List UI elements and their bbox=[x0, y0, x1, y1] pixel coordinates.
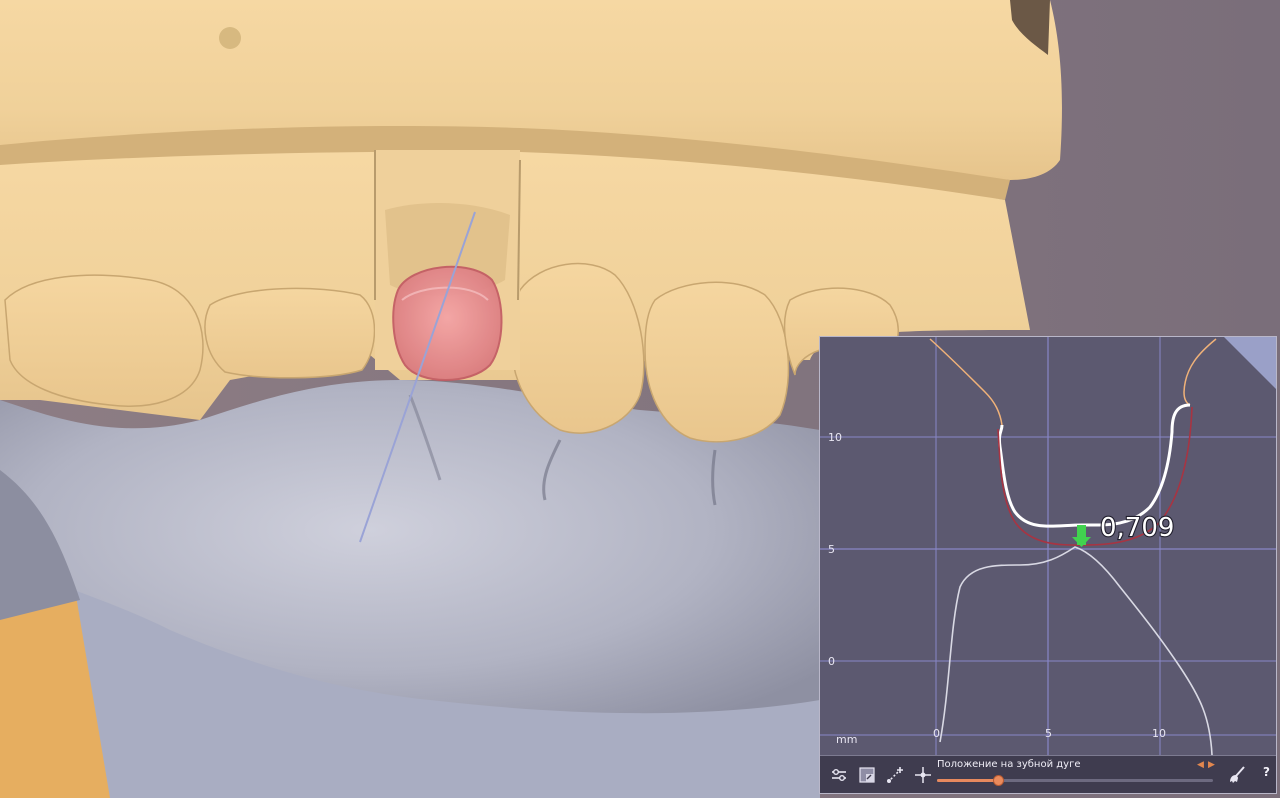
add-point-button[interactable] bbox=[884, 764, 906, 786]
antagonist-contour-right bbox=[1183, 338, 1217, 406]
lower-tooth-contour bbox=[939, 546, 1213, 755]
view-cube-button[interactable] bbox=[856, 764, 878, 786]
cross-section-plot[interactable]: 0,709 10 5 0 0 5 10 mm bbox=[820, 337, 1276, 755]
add-point-icon bbox=[887, 767, 903, 783]
x-tick-label: 5 bbox=[1045, 727, 1052, 740]
x-tick-label: 10 bbox=[1152, 727, 1166, 740]
antagonist-contour-left bbox=[929, 338, 1003, 426]
sliders-button[interactable] bbox=[828, 764, 850, 786]
move-point-icon bbox=[915, 767, 931, 783]
move-point-button[interactable] bbox=[912, 764, 934, 786]
arch-position-label: Положение на зубной дуге bbox=[937, 759, 1081, 770]
restoration-contour bbox=[997, 403, 1191, 528]
slider-prev-button[interactable]: ◀ bbox=[1197, 761, 1204, 770]
x-tick-label: 0 bbox=[933, 727, 940, 740]
brush-icon bbox=[1230, 766, 1245, 783]
section-toolbar: Положение на зубной дуге ◀ ▶ ? bbox=[820, 755, 1276, 793]
restoration-crown bbox=[392, 265, 503, 381]
panel-corner-fold[interactable] bbox=[1224, 337, 1276, 389]
measurement-value: 0,709 bbox=[1100, 513, 1174, 543]
help-button[interactable]: ? bbox=[1263, 765, 1270, 779]
cross-section-panel[interactable]: 0,709 10 5 0 0 5 10 mm Положение на зубн… bbox=[819, 336, 1277, 794]
y-tick-label: 10 bbox=[828, 431, 842, 444]
contact-marker bbox=[1072, 525, 1091, 547]
y-tick-label: 0 bbox=[828, 655, 835, 668]
slider-fill bbox=[937, 779, 998, 782]
sliders-icon bbox=[832, 768, 846, 781]
slider-thumb[interactable] bbox=[992, 775, 1004, 786]
unit-label: mm bbox=[836, 733, 857, 746]
brush-button[interactable] bbox=[1226, 764, 1248, 786]
view-cube-icon bbox=[859, 767, 875, 783]
arch-position-slider[interactable] bbox=[937, 775, 1213, 786]
grid bbox=[820, 337, 1276, 755]
slider-next-button[interactable]: ▶ bbox=[1208, 761, 1215, 770]
y-tick-label: 5 bbox=[828, 543, 835, 556]
